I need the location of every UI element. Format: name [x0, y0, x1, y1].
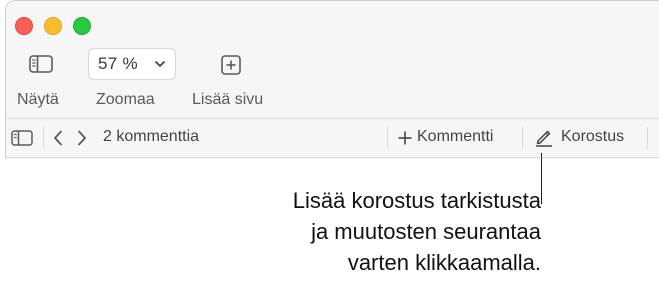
add-comment-button[interactable]: Kommentti	[417, 128, 493, 146]
view-button[interactable]	[28, 53, 54, 75]
view-label: Näytä	[17, 91, 59, 108]
minimize-window-button[interactable]	[44, 17, 62, 35]
separator	[387, 127, 388, 149]
zoom-label: Zoomaa	[96, 91, 155, 108]
plus-square-icon	[221, 55, 241, 75]
zoom-value: 57 %	[98, 54, 138, 73]
sidebar-icon	[11, 130, 33, 146]
add-comment-icon-wrap[interactable]	[396, 128, 414, 148]
sidebar-icon	[29, 55, 53, 73]
comments-sidebar-button[interactable]	[10, 128, 34, 148]
chevron-left-icon	[54, 130, 62, 146]
next-comment-button[interactable]	[74, 128, 90, 148]
highlight-icon-wrap[interactable]	[533, 126, 555, 148]
separator	[647, 127, 648, 149]
plus-icon	[398, 131, 412, 145]
add-page-button[interactable]	[220, 54, 242, 76]
previous-comment-button[interactable]	[50, 128, 66, 148]
comments-bar: 2 kommenttia Kommentti Korostus	[6, 118, 659, 158]
comment-count: 2 kommenttia	[103, 128, 200, 145]
add-page-label: Lisää sivu	[192, 91, 264, 108]
zoom-popup-button[interactable]: 57 %	[88, 48, 176, 80]
callout-pointer-line	[541, 153, 542, 204]
app-window: Näytä 57 % Zoomaa Lisää sivu 2 kommentti…	[5, 0, 659, 159]
highlighter-pen-icon	[536, 130, 552, 147]
highlight-button[interactable]: Korostus	[561, 128, 624, 146]
close-window-button[interactable]	[15, 17, 33, 35]
separator	[522, 127, 523, 149]
callout-line-1: Lisää korostus tarkistusta	[292, 188, 541, 213]
separator	[43, 127, 44, 149]
callout-text: Lisää korostus tarkistusta ja muutosten …	[293, 185, 541, 278]
callout-line-2: ja muutosten seurantaa	[311, 219, 541, 244]
chevron-down-icon	[155, 61, 165, 67]
callout-line-3: varten klikkaamalla.	[347, 250, 541, 275]
chevron-right-icon	[78, 130, 86, 146]
zoom-window-button[interactable]	[73, 17, 91, 35]
